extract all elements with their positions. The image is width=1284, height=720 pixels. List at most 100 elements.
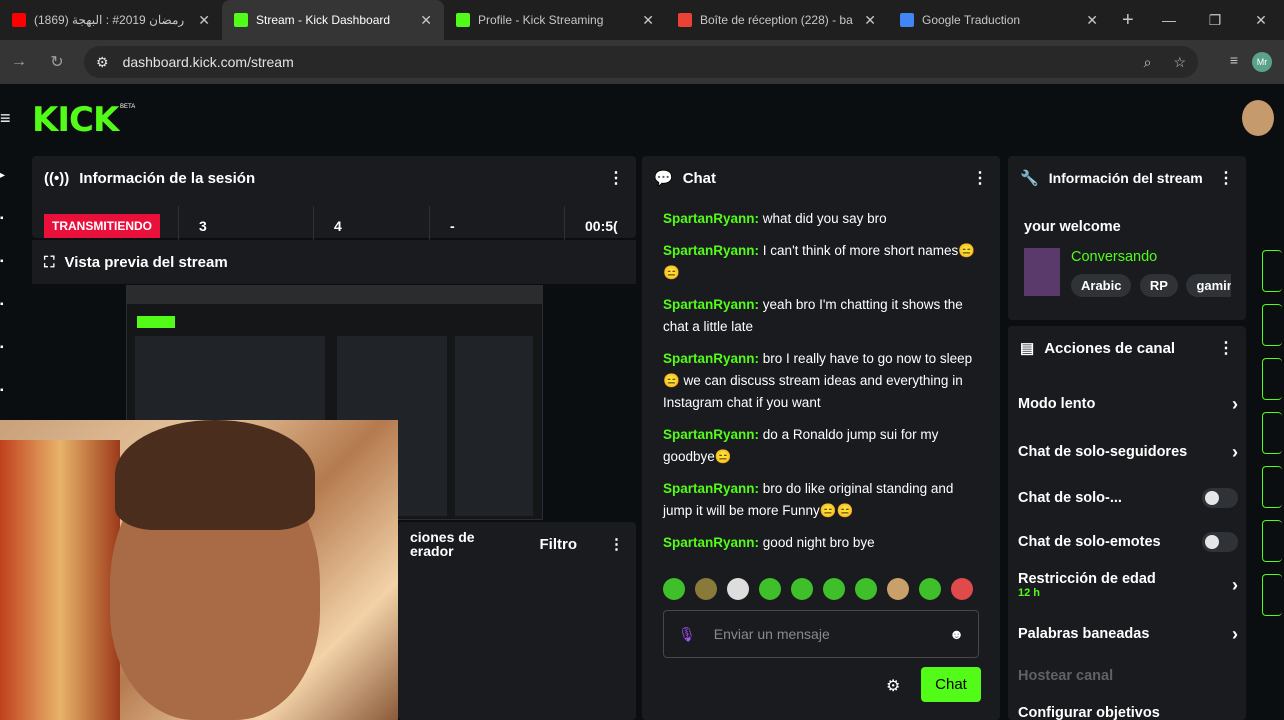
emote-icon[interactable] xyxy=(727,578,749,600)
chevron-right-icon: › xyxy=(1232,441,1238,462)
action-label: Chat de solo-seguidores xyxy=(1018,444,1188,460)
action-banned-words[interactable]: Palabras baneadas › xyxy=(1018,622,1238,646)
emote-icon[interactable] xyxy=(663,578,685,600)
close-tab-icon[interactable]: ✕ xyxy=(642,12,654,29)
channel-actions-panel: ▤ Acciones de canal ⋮ xyxy=(1008,326,1246,720)
kick-header xyxy=(0,84,1284,154)
category-thumbnail xyxy=(1024,248,1060,296)
toolbar-button[interactable] xyxy=(1262,250,1282,292)
chat-message: SpartanRyann: I can't think of more shor… xyxy=(663,240,983,284)
forward-icon[interactable]: → xyxy=(0,53,38,71)
close-tab-icon[interactable]: ✕ xyxy=(420,12,432,29)
emote-icon[interactable] xyxy=(695,578,717,600)
chat-message: SpartanRyann: bro I really have to go no… xyxy=(663,348,983,414)
action-age-restriction[interactable]: Restricción de edad 12 h › xyxy=(1018,568,1238,602)
kick-logo[interactable]: KICK xyxy=(32,100,119,140)
tag-chip[interactable]: gaming xyxy=(1186,274,1231,297)
nav-icon[interactable]: ▸ xyxy=(0,170,12,213)
stream-info-title: Información del stream xyxy=(1048,169,1203,186)
close-window-icon[interactable]: ✕ xyxy=(1238,12,1284,29)
chat-input[interactable]: 🎙 Enviar un mensaje ☻ xyxy=(663,610,979,658)
chat-username[interactable]: SpartanRyann: xyxy=(663,243,759,258)
beta-badge: BETA xyxy=(120,104,136,110)
toolbar-button[interactable] xyxy=(1262,304,1282,346)
emote-icon[interactable] xyxy=(919,578,941,600)
close-tab-icon[interactable]: ✕ xyxy=(864,12,876,29)
toolbar-button[interactable] xyxy=(1262,466,1282,508)
zoom-icon[interactable]: ⌕ xyxy=(1144,54,1152,71)
chat-username[interactable]: SpartanRyann: xyxy=(663,297,759,312)
chat-bubble-icon: 💬 xyxy=(654,170,673,187)
browser-tab[interactable]: (1869) رمضان 2019# : البهجة ✕ xyxy=(0,0,222,40)
action-slow-mode[interactable]: Modo lento › xyxy=(1018,392,1238,416)
send-chat-button[interactable]: Chat xyxy=(921,667,981,702)
minimize-icon[interactable]: — xyxy=(1146,12,1192,28)
browser-tab[interactable]: Google Traduction ✕ xyxy=(888,0,1110,40)
site-info-icon[interactable]: ⚙ xyxy=(96,54,109,71)
chat-username[interactable]: SpartanRyann: xyxy=(663,427,759,442)
more-options-icon[interactable]: ⋮ xyxy=(972,168,988,188)
new-tab-icon[interactable]: + xyxy=(1110,9,1146,32)
kick-icon xyxy=(456,13,470,27)
chat-username[interactable]: SpartanRyann: xyxy=(663,535,759,550)
translate-icon xyxy=(900,13,914,27)
filter-button[interactable]: Filtro xyxy=(540,536,578,553)
toolbar-button[interactable] xyxy=(1262,574,1282,616)
emote-icon[interactable] xyxy=(855,578,877,600)
chat-username[interactable]: SpartanRyann: xyxy=(663,351,759,366)
maximize-icon[interactable]: ❐ xyxy=(1192,12,1238,29)
microphone-icon[interactable]: 🎙 xyxy=(678,626,696,643)
emote-bar xyxy=(663,578,983,600)
chat-settings-icon[interactable]: ⚙ xyxy=(886,676,900,696)
nav-icon[interactable]: ▪ xyxy=(0,213,12,256)
stream-title-text: your welcome xyxy=(1024,219,1121,235)
chat-username[interactable]: SpartanRyann: xyxy=(663,211,759,226)
moderator-title: ciones de erador xyxy=(410,529,475,559)
browser-tab[interactable]: Boîte de réception (228) - ba ✕ xyxy=(666,0,888,40)
bookmark-star-icon[interactable]: ☆ xyxy=(1173,54,1186,71)
emote-icon[interactable] xyxy=(951,578,973,600)
tab-title: Profile - Kick Streaming xyxy=(478,13,604,27)
action-label: Chat de solo-emotes xyxy=(1018,534,1161,550)
right-toolbar xyxy=(1262,250,1284,628)
tag-chip[interactable]: RP xyxy=(1139,274,1178,297)
action-followers-only[interactable]: Chat de solo-seguidores › xyxy=(1018,440,1238,464)
toolbar-button[interactable] xyxy=(1262,520,1282,562)
more-options-icon[interactable]: ⋮ xyxy=(1218,338,1234,358)
nav-icon[interactable]: ▪ xyxy=(0,299,12,342)
emotes-only-toggle[interactable] xyxy=(1202,532,1238,552)
reload-icon[interactable]: ↻ xyxy=(38,52,76,72)
emote-icon[interactable] xyxy=(791,578,813,600)
nav-icon[interactable]: ▪ xyxy=(0,256,12,299)
more-options-icon[interactable]: ⋮ xyxy=(1218,168,1234,188)
toolbar-button[interactable] xyxy=(1262,358,1282,400)
action-label: Hostear canal xyxy=(1018,668,1114,684)
chat-username[interactable]: SpartanRyann: xyxy=(663,481,759,496)
emote-icon[interactable] xyxy=(823,578,845,600)
emote-icon[interactable] xyxy=(887,578,909,600)
browser-tab[interactable]: Profile - Kick Streaming ✕ xyxy=(444,0,666,40)
nav-icon[interactable]: ▪ xyxy=(0,342,12,385)
chat-input-placeholder: Enviar un mensaje xyxy=(713,626,830,642)
preview-screen xyxy=(455,336,533,516)
close-tab-icon[interactable]: ✕ xyxy=(1086,12,1098,29)
user-avatar[interactable] xyxy=(1242,100,1274,136)
url-field[interactable]: ⚙ dashboard.kick.com/stream ⌕ ☆ xyxy=(84,46,1198,78)
profile-avatar[interactable]: Mr xyxy=(1252,52,1272,72)
age-restriction-value: 12 h xyxy=(1018,587,1041,599)
subs-only-toggle[interactable] xyxy=(1202,488,1238,508)
emote-icon[interactable] xyxy=(759,578,781,600)
more-options-icon[interactable]: ⋮ xyxy=(608,168,624,188)
toolbar-button[interactable] xyxy=(1262,412,1282,454)
emoji-icon[interactable]: ☻ xyxy=(949,626,964,642)
category-name[interactable]: Conversando xyxy=(1071,249,1157,265)
preview-title: Vista previa del stream xyxy=(64,253,228,271)
tag-chip[interactable]: Arabic xyxy=(1071,274,1132,297)
more-options-icon[interactable]: ⋮ xyxy=(609,535,624,553)
browser-tab-active[interactable]: Stream - Kick Dashboard ✕ xyxy=(222,0,444,40)
action-set-goals[interactable]: Configurar objetivos xyxy=(1018,706,1238,720)
media-controls-icon[interactable]: ≡ xyxy=(1230,52,1238,68)
preview-screen xyxy=(137,316,175,328)
hamburger-menu-icon[interactable]: ≡ xyxy=(0,108,11,129)
close-tab-icon[interactable]: ✕ xyxy=(198,12,210,29)
